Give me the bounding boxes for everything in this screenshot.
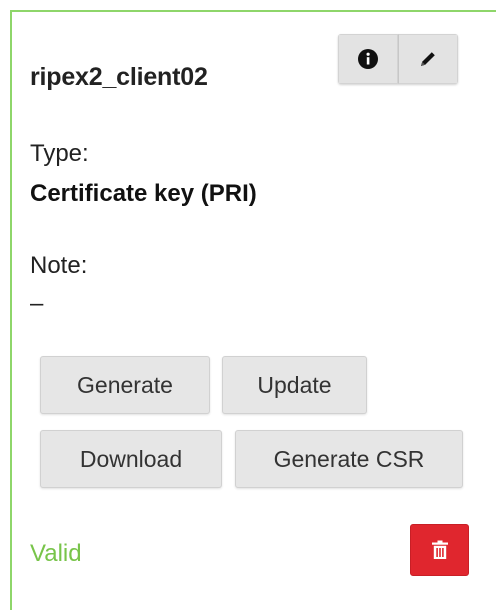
trash-icon [431, 540, 448, 559]
delete-button[interactable] [410, 524, 469, 576]
generate-button[interactable]: Generate [40, 356, 210, 414]
note-label: Note: [30, 252, 88, 279]
update-button[interactable]: Update [222, 356, 367, 414]
certificate-card [10, 10, 496, 610]
pencil-icon [421, 52, 435, 66]
card-header-actions [338, 34, 458, 84]
note-value: – [30, 290, 44, 317]
edit-button[interactable] [398, 34, 458, 84]
status-text: Valid [30, 540, 82, 567]
info-icon [358, 49, 378, 69]
type-value: Certificate key (PRI) [30, 180, 257, 207]
type-label: Type: [30, 140, 89, 167]
download-button[interactable]: Download [40, 430, 222, 488]
info-button[interactable] [338, 34, 398, 84]
generate-csr-button[interactable]: Generate CSR [235, 430, 463, 488]
certificate-name: ripex2_client02 [30, 63, 208, 91]
